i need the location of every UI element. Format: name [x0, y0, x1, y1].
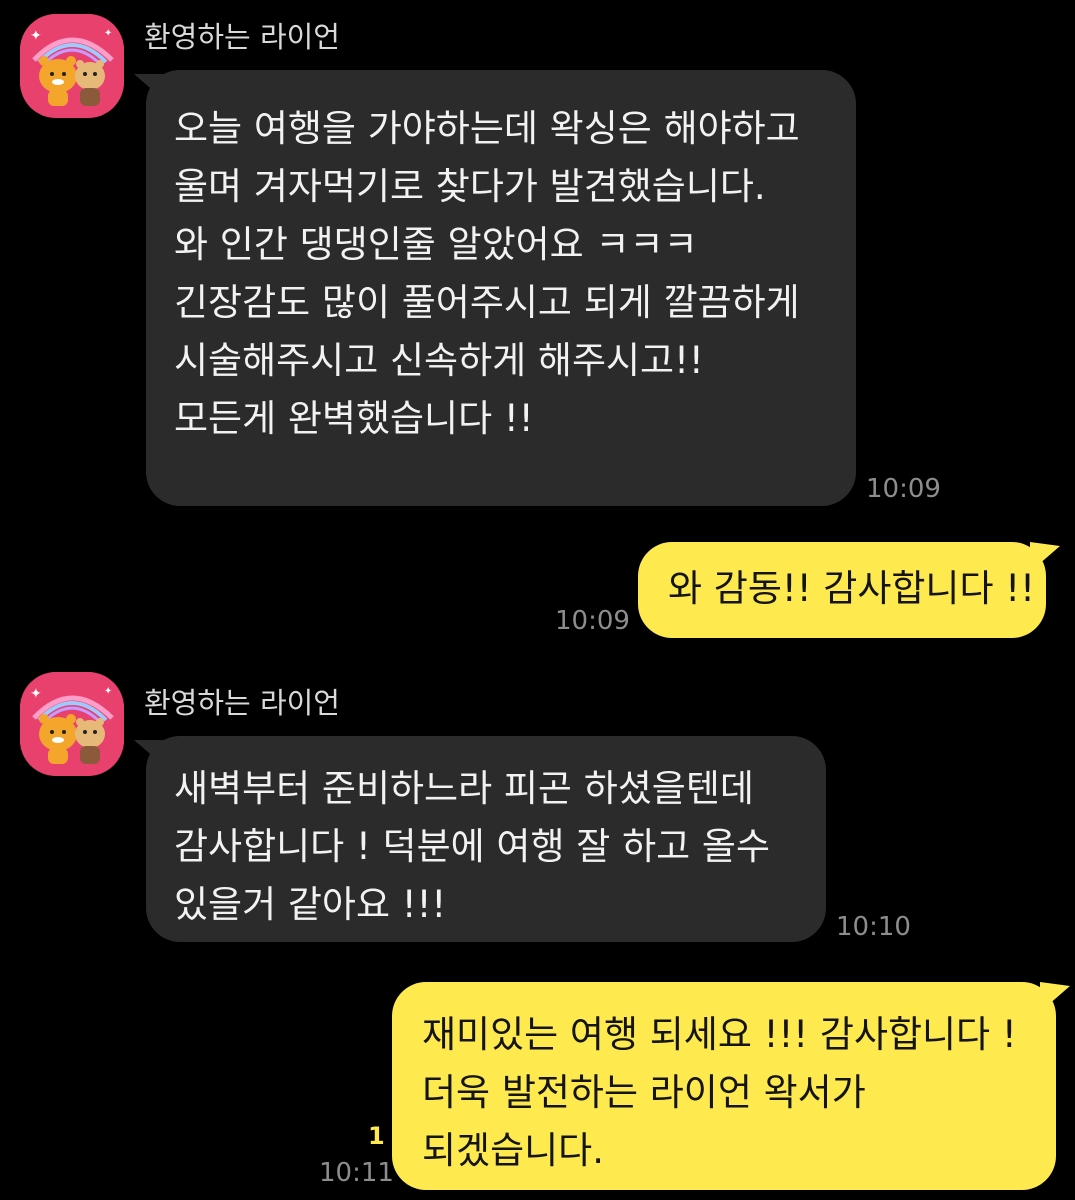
bubble-tail	[1040, 982, 1070, 1012]
message-line: 와 인간 댕댕인줄 알았어요 ㅋㅋㅋ	[174, 223, 698, 266]
svg-text:✦: ✦	[30, 28, 42, 44]
sender-avatar-icon[interactable]: ✦ ✦	[20, 672, 124, 776]
message-timestamp: 10:10	[836, 912, 911, 942]
sender-name: 환영하는 라이언	[144, 686, 340, 720]
message-line: 재미있는 여행 되세요 !!! 감사합니다 !	[422, 1013, 1017, 1056]
sender-avatar-icon[interactable]: ✦ ✦	[20, 14, 124, 118]
svg-text:✦: ✦	[104, 28, 112, 39]
message-line: 시술해주시고 신속하게 해주시고!!	[174, 339, 704, 382]
chat-room: ✦ ✦ 환영하는 라이언 오늘 여행을 가야하는데 왁싱은 해야하고 울며 겨자…	[0, 0, 1075, 1200]
outgoing-message-bubble[interactable]: 와 감동!! 감사합니다 !!	[638, 542, 1046, 638]
message-line: 되겠습니다.	[422, 1129, 604, 1172]
bubble-tail	[1030, 542, 1060, 572]
message-line: 있을거 같아요 !!!	[174, 883, 447, 926]
sender-name: 환영하는 라이언	[144, 20, 340, 54]
ryan-and-friend-rainbow-avatar-icon: ✦ ✦	[20, 672, 124, 776]
message-timestamp: 10:11	[319, 1158, 394, 1188]
unread-count-badge: 1	[368, 1122, 385, 1150]
message-line: 긴장감도 많이 풀어주시고 되게 깔끔하게	[174, 281, 800, 324]
outgoing-message-bubble[interactable]: 재미있는 여행 되세요 !!! 감사합니다 ! 더욱 발전하는 라이언 왁서가 …	[392, 982, 1056, 1190]
message-line: 더욱 발전하는 라이언 왁서가	[422, 1071, 866, 1114]
message-line: 울며 겨자먹기로 찾다가 발견했습니다.	[174, 165, 766, 208]
message-line: 오늘 여행을 가야하는데 왁싱은 해야하고	[174, 107, 800, 150]
incoming-message-bubble[interactable]: 새벽부터 준비하느라 피곤 하셨을텐데 감사합니다 ! 덕분에 여행 잘 하고 …	[146, 736, 826, 942]
message-line: 새벽부터 준비하느라 피곤 하셨을텐데	[174, 767, 754, 810]
ryan-and-friend-rainbow-avatar-icon: ✦ ✦	[20, 14, 124, 118]
message-line: 감사합니다 ! 덕분에 여행 잘 하고 올수	[174, 825, 770, 868]
incoming-message-bubble[interactable]: 오늘 여행을 가야하는데 왁싱은 해야하고 울며 겨자먹기로 찾다가 발견했습니…	[146, 70, 856, 506]
message-line: 모든게 완벽했습니다 !!	[174, 397, 534, 440]
svg-text:✦: ✦	[104, 686, 112, 697]
svg-text:✦: ✦	[30, 686, 42, 702]
message-timestamp: 10:09	[555, 606, 630, 636]
message-timestamp: 10:09	[866, 474, 941, 504]
message-line: 와 감동!! 감사합니다 !!	[668, 567, 1035, 610]
